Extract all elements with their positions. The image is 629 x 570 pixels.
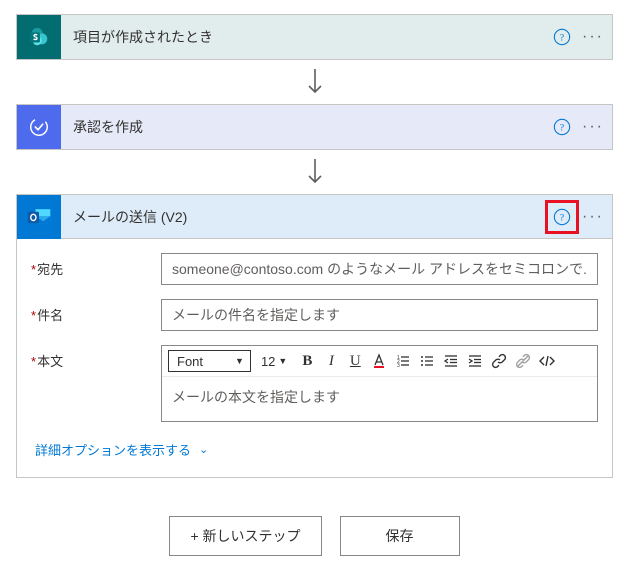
step-card-sharepoint[interactable]: 項目が作成されたとき ? ··· <box>16 14 613 60</box>
svg-text:3: 3 <box>397 363 400 369</box>
more-icon[interactable]: ··· <box>580 195 612 239</box>
svg-text:?: ? <box>560 123 564 134</box>
show-advanced-options-link[interactable]: 詳細オプションを表示する ⌄ <box>31 436 208 469</box>
body-label: *本文 <box>31 345 161 370</box>
unlink-icon[interactable] <box>511 349 535 373</box>
font-color-icon[interactable] <box>367 349 391 373</box>
italic-icon[interactable]: I <box>319 349 343 373</box>
approvals-icon <box>17 105 61 149</box>
body-label-text: 本文 <box>37 354 63 369</box>
step-title: メールの送信 (V2) <box>61 207 548 227</box>
step-header[interactable]: 承認を作成 ? ··· <box>17 105 612 149</box>
font-size-value: 12 <box>261 354 275 369</box>
outdent-icon[interactable] <box>439 349 463 373</box>
step-title: 承認を作成 <box>61 117 548 137</box>
chevron-down-icon: ▼ <box>278 356 287 366</box>
field-row-body: *本文 Font ▼ 12 ▼ B I U <box>31 345 598 422</box>
numbered-list-icon[interactable]: 123 <box>391 349 415 373</box>
sharepoint-icon <box>17 15 61 59</box>
chevron-down-icon: ▼ <box>235 356 244 366</box>
more-icon[interactable]: ··· <box>580 15 612 59</box>
footer-buttons: + 新しいステップ 保存 <box>14 516 615 556</box>
font-family-label: Font <box>177 354 203 369</box>
underline-icon[interactable]: U <box>343 349 367 373</box>
bulleted-list-icon[interactable] <box>415 349 439 373</box>
field-row-to: *宛先 <box>31 253 598 285</box>
body-input[interactable]: メールの本文を指定します <box>162 377 597 421</box>
help-icon[interactable]: ? <box>548 113 576 141</box>
code-view-icon[interactable] <box>535 349 559 373</box>
connector-arrow <box>14 60 615 104</box>
subject-label: *件名 <box>31 299 161 324</box>
bold-icon[interactable]: B <box>295 349 319 373</box>
help-icon[interactable]: ? <box>548 23 576 51</box>
step-card-send-mail: メールの送信 (V2) ? ··· *宛先 *件名 *本文 <box>16 194 613 478</box>
step-body: *宛先 *件名 *本文 Font ▼ <box>17 239 612 477</box>
help-icon[interactable]: ? <box>548 203 576 231</box>
svg-text:?: ? <box>560 33 564 44</box>
connector-arrow <box>14 150 615 194</box>
field-row-subject: *件名 <box>31 299 598 331</box>
svg-text:?: ? <box>560 212 564 223</box>
step-header[interactable]: 項目が作成されたとき ? ··· <box>17 15 612 59</box>
step-card-approvals[interactable]: 承認を作成 ? ··· <box>16 104 613 150</box>
rte-toolbar: Font ▼ 12 ▼ B I U <box>162 346 597 377</box>
font-family-select[interactable]: Font ▼ <box>168 350 251 372</box>
save-button[interactable]: 保存 <box>340 516 460 556</box>
step-header[interactable]: メールの送信 (V2) ? ··· <box>17 195 612 239</box>
subject-input[interactable] <box>161 299 598 331</box>
new-step-button[interactable]: + 新しいステップ <box>169 516 321 556</box>
advanced-options-label: 詳細オプションを表示する <box>35 440 191 459</box>
chevron-down-icon: ⌄ <box>199 443 208 456</box>
subject-label-text: 件名 <box>37 308 63 323</box>
outlook-icon <box>17 195 61 239</box>
font-size-select[interactable]: 12 ▼ <box>257 354 291 369</box>
to-input[interactable] <box>161 253 598 285</box>
more-icon[interactable]: ··· <box>580 105 612 149</box>
to-label-text: 宛先 <box>37 262 63 277</box>
link-icon[interactable] <box>487 349 511 373</box>
step-title: 項目が作成されたとき <box>61 27 548 47</box>
to-label: *宛先 <box>31 253 161 278</box>
indent-icon[interactable] <box>463 349 487 373</box>
rich-text-editor: Font ▼ 12 ▼ B I U <box>161 345 598 422</box>
